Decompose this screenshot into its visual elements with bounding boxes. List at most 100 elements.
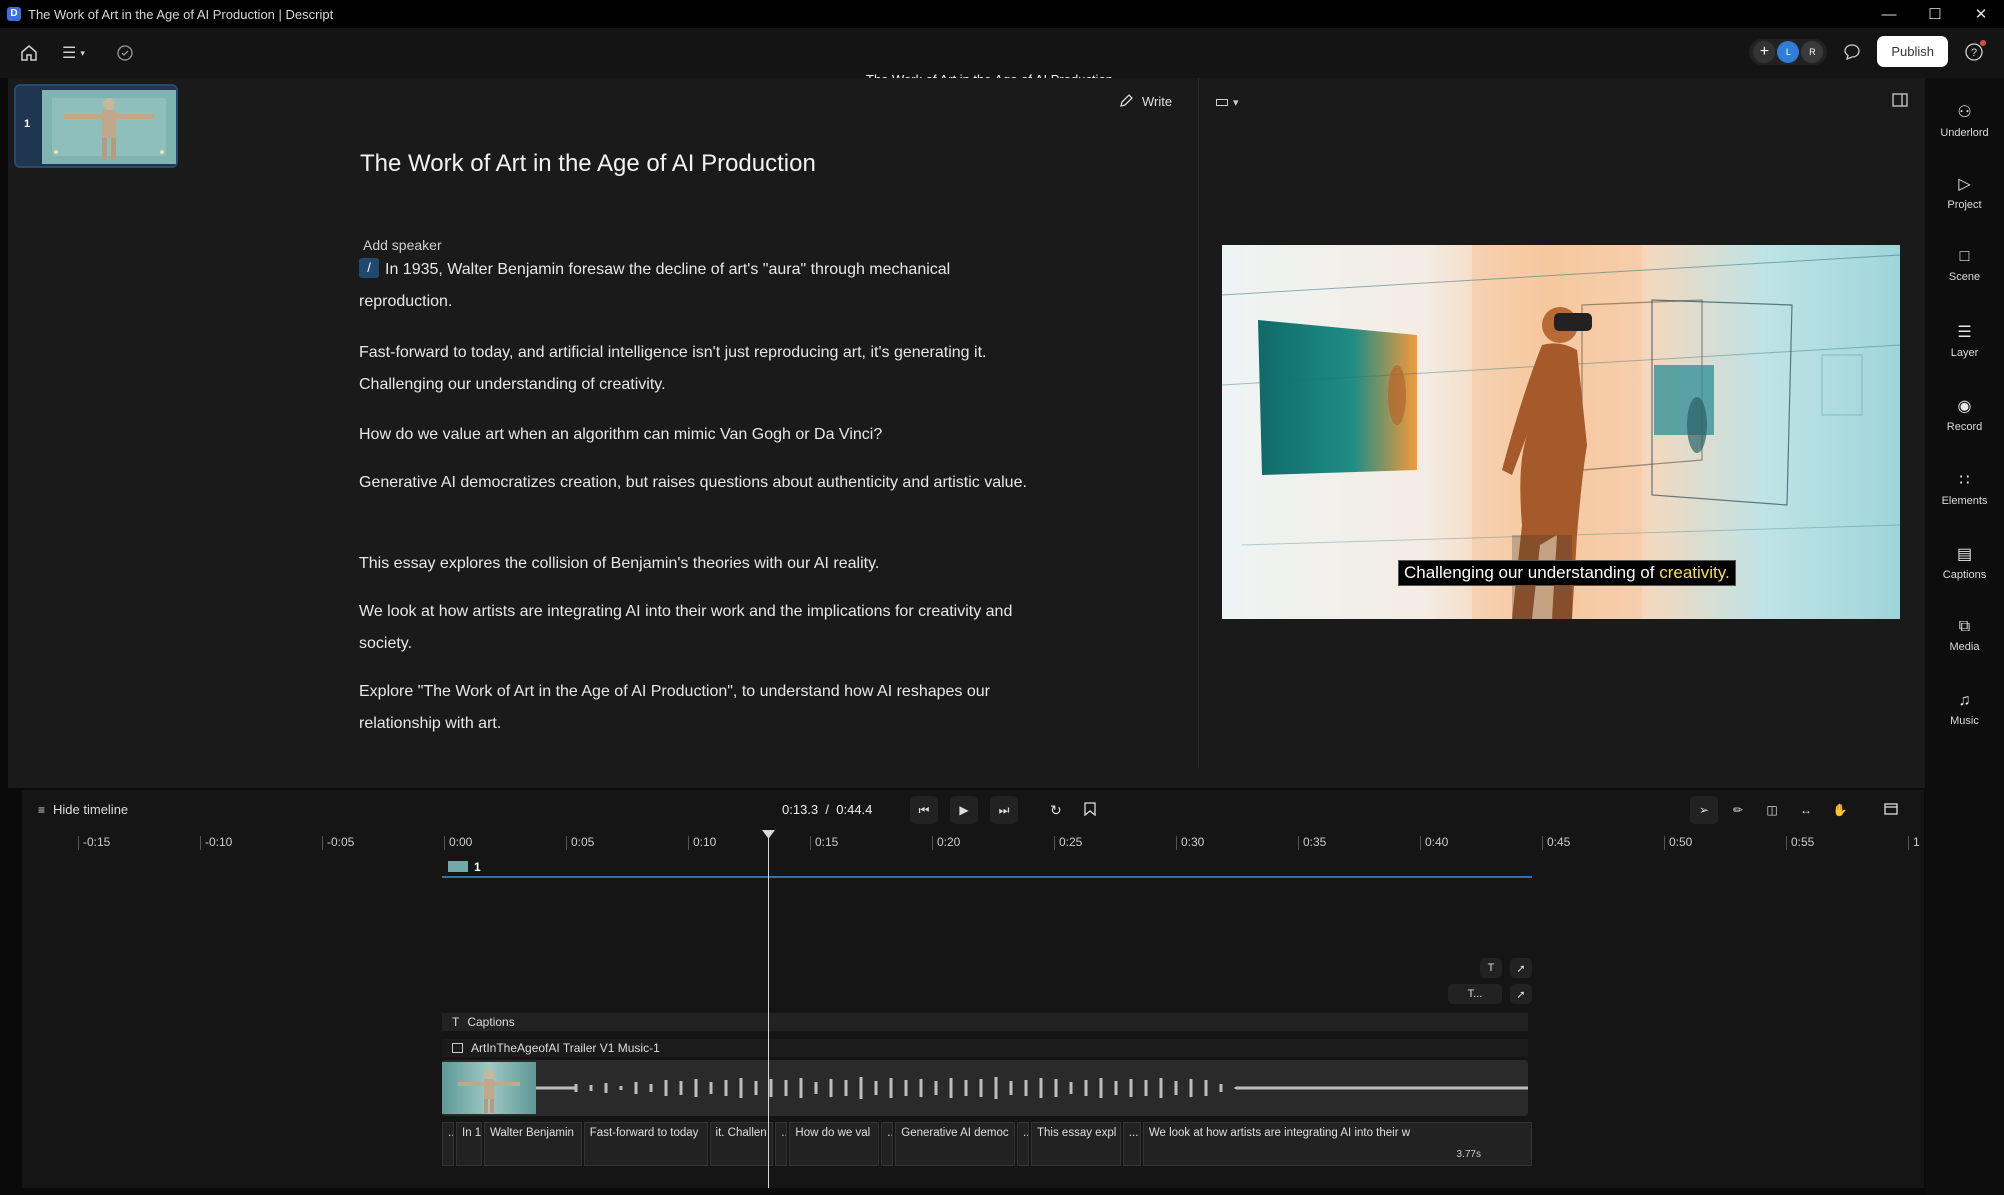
- sidebar-item-underlord[interactable]: ⚇ Underlord: [1925, 102, 2004, 139]
- word-clip[interactable]: This essay expl: [1031, 1122, 1121, 1166]
- script-paragraph[interactable]: / In 1935, Walter Benjamin foresaw the de…: [359, 254, 1039, 318]
- add-speaker-button[interactable]: Add speaker: [363, 237, 442, 253]
- pin-icon[interactable]: ➚: [1510, 958, 1532, 978]
- waveform-graphic: [536, 1077, 1528, 1099]
- loop-icon[interactable]: ↻: [1050, 802, 1062, 819]
- timeline-icon: ≡: [38, 802, 46, 817]
- scene-thumbnail[interactable]: 1: [14, 84, 178, 168]
- play-icon[interactable]: ▶: [950, 796, 978, 824]
- script-paragraph[interactable]: How do we value art when an algorithm ca…: [359, 419, 1039, 451]
- timeline-layout-icon[interactable]: [1884, 802, 1898, 820]
- minimize-icon[interactable]: —: [1866, 0, 1912, 28]
- word-clip[interactable]: We look at how artists are integrating A…: [1142, 1122, 1532, 1166]
- playhead[interactable]: [768, 836, 769, 1188]
- clip-duration: 3.77s: [1456, 1149, 1481, 1160]
- hand-tool-icon[interactable]: ✋: [1826, 796, 1854, 824]
- svg-text:?: ?: [1971, 47, 1977, 59]
- slash-command-icon[interactable]: /: [359, 258, 379, 278]
- ruler-tick: 0:05: [566, 836, 594, 850]
- ruler-tick: 0:15: [810, 836, 838, 850]
- bookmark-icon[interactable]: [1084, 802, 1096, 821]
- window-title: The Work of Art in the Age of AI Product…: [28, 6, 334, 22]
- skip-forward-icon[interactable]: ⏭: [990, 796, 1018, 824]
- caption-highlight: creativity.: [1659, 563, 1730, 582]
- pin-icon[interactable]: ➚: [1510, 984, 1532, 1004]
- ruler-tick: 0:55: [1786, 836, 1814, 850]
- menu-icon[interactable]: ☰ ▾: [62, 43, 85, 63]
- script-title[interactable]: The Work of Art in the Age of AI Product…: [360, 150, 816, 178]
- word-clip[interactable]: Generative AI democ: [895, 1122, 1016, 1166]
- current-time: 0:13.3: [782, 802, 819, 817]
- script-paragraph[interactable]: Fast-forward to today, and artificial in…: [359, 337, 1039, 401]
- clip-tool-icon[interactable]: ◫: [1758, 796, 1786, 824]
- scene-clip-icon: [448, 861, 468, 872]
- editor-panel: 1 Write The Work of Art in the Age of AI…: [8, 78, 1925, 788]
- word-clip[interactable]: In 1!: [456, 1122, 482, 1166]
- add-collaborator-icon[interactable]: +: [1753, 40, 1776, 63]
- sidebar-item-music[interactable]: ♫ Music: [1925, 692, 2004, 727]
- word-clip[interactable]: ..: [442, 1122, 454, 1166]
- text-icon: T: [452, 1015, 460, 1029]
- select-tool-icon[interactable]: ➢: [1690, 796, 1718, 824]
- avatar: R: [1801, 40, 1824, 63]
- top-toolbar: ☰▾ The Work of Art in the Age of AI Prod…: [0, 28, 2004, 87]
- music-waveform[interactable]: [442, 1060, 1528, 1116]
- panel-divider[interactable]: [1198, 78, 1199, 768]
- time-display: 0:13.3 / 0:44.4: [782, 802, 873, 817]
- ruler-tick: 0:40: [1420, 836, 1448, 850]
- aspect-ratio-dropdown[interactable]: ▾: [1216, 96, 1239, 109]
- collaborators[interactable]: + L R: [1749, 38, 1828, 65]
- captions-track[interactable]: T Captions: [442, 1013, 1528, 1031]
- sidebar-item-layer[interactable]: ☰ Layer: [1925, 322, 2004, 359]
- fit-width-icon[interactable]: ↔: [1792, 796, 1820, 824]
- skip-back-icon[interactable]: ⏮: [910, 796, 938, 824]
- publish-button[interactable]: Publish: [1877, 36, 1948, 67]
- write-label: Write: [1142, 93, 1173, 109]
- sidebar-item-media[interactable]: ⧉ Media: [1925, 618, 2004, 653]
- record-icon: ◉: [1957, 398, 1972, 415]
- word-clip[interactable]: it. Challen: [709, 1122, 774, 1166]
- sidebar-item-project[interactable]: ▷ Project: [1925, 174, 2004, 211]
- word-clip[interactable]: Fast-forward to today: [583, 1122, 708, 1166]
- sidebar-item-record[interactable]: ◉ Record: [1925, 396, 2004, 433]
- hide-timeline-button[interactable]: ≡ Hide timeline: [38, 802, 128, 817]
- word-clip[interactable]: ...: [1122, 1122, 1141, 1166]
- script-paragraph[interactable]: This essay explores the collision of Ben…: [359, 548, 1039, 580]
- timeline-ruler[interactable]: -0:15 -0:10 -0:05 0:00 0:05 0:10 0:15 0:…: [22, 836, 1924, 856]
- scene-track[interactable]: 1: [442, 860, 1532, 878]
- ruler-tick: 0:50: [1664, 836, 1692, 850]
- word-clip[interactable]: ..: [1017, 1122, 1030, 1166]
- window-titlebar: D The Work of Art in the Age of AI Produ…: [0, 0, 2004, 28]
- script-paragraph[interactable]: We look at how artists are integrating A…: [359, 596, 1039, 660]
- music-track-label[interactable]: ArtInTheAgeofAI Trailer V1 Music-1: [442, 1039, 1528, 1057]
- script-paragraph[interactable]: Generative AI democratizes creation, but…: [359, 467, 1039, 499]
- video-preview[interactable]: Challenging our understanding of creativ…: [1222, 245, 1900, 619]
- ruler-tick: 0:35: [1298, 836, 1326, 850]
- right-sidebar: ⚇ Underlord ▷ Project □ Scene ☰ Layer ◉ Recor…: [1925, 78, 2004, 1195]
- word-clip[interactable]: ..: [881, 1122, 894, 1166]
- sync-status-icon[interactable]: [116, 44, 134, 62]
- notification-dot: [1980, 39, 1986, 46]
- close-icon[interactable]: ✕: [1958, 0, 2004, 28]
- word-clip[interactable]: How do we val: [789, 1122, 880, 1166]
- sidebar-item-elements[interactable]: ∷ Elements: [1925, 470, 2004, 507]
- layout-toggle-icon[interactable]: [1892, 93, 1908, 112]
- help-icon[interactable]: ?: [1964, 39, 1986, 62]
- ruler-tick: 1: [1908, 836, 1920, 850]
- comment-icon[interactable]: [1843, 43, 1861, 61]
- timeline-panel: ≡ Hide timeline 0:13.3 / 0:44.4 ⏮ ▶ ⏭ ↻ …: [22, 790, 1924, 1188]
- blade-tool-icon[interactable]: ✏: [1724, 796, 1752, 824]
- text-layer-button[interactable]: T...: [1448, 984, 1502, 1004]
- scene-image: [42, 90, 176, 164]
- scene-icon: □: [1959, 248, 1970, 265]
- write-mode-button[interactable]: Write: [1118, 93, 1172, 109]
- sidebar-item-captions[interactable]: ▤ Captions: [1925, 544, 2004, 581]
- sidebar-item-scene[interactable]: □ Scene: [1925, 248, 2004, 283]
- media-icon: ⧉: [1958, 618, 1971, 635]
- word-clip[interactable]: ..: [775, 1122, 788, 1166]
- word-clip[interactable]: Walter Benjamin: [483, 1122, 582, 1166]
- home-icon[interactable]: [20, 44, 38, 62]
- text-tool-icon[interactable]: T: [1480, 958, 1502, 978]
- script-paragraph[interactable]: Explore "The Work of Art in the Age of A…: [359, 676, 1039, 740]
- maximize-icon[interactable]: ☐: [1912, 0, 1958, 28]
